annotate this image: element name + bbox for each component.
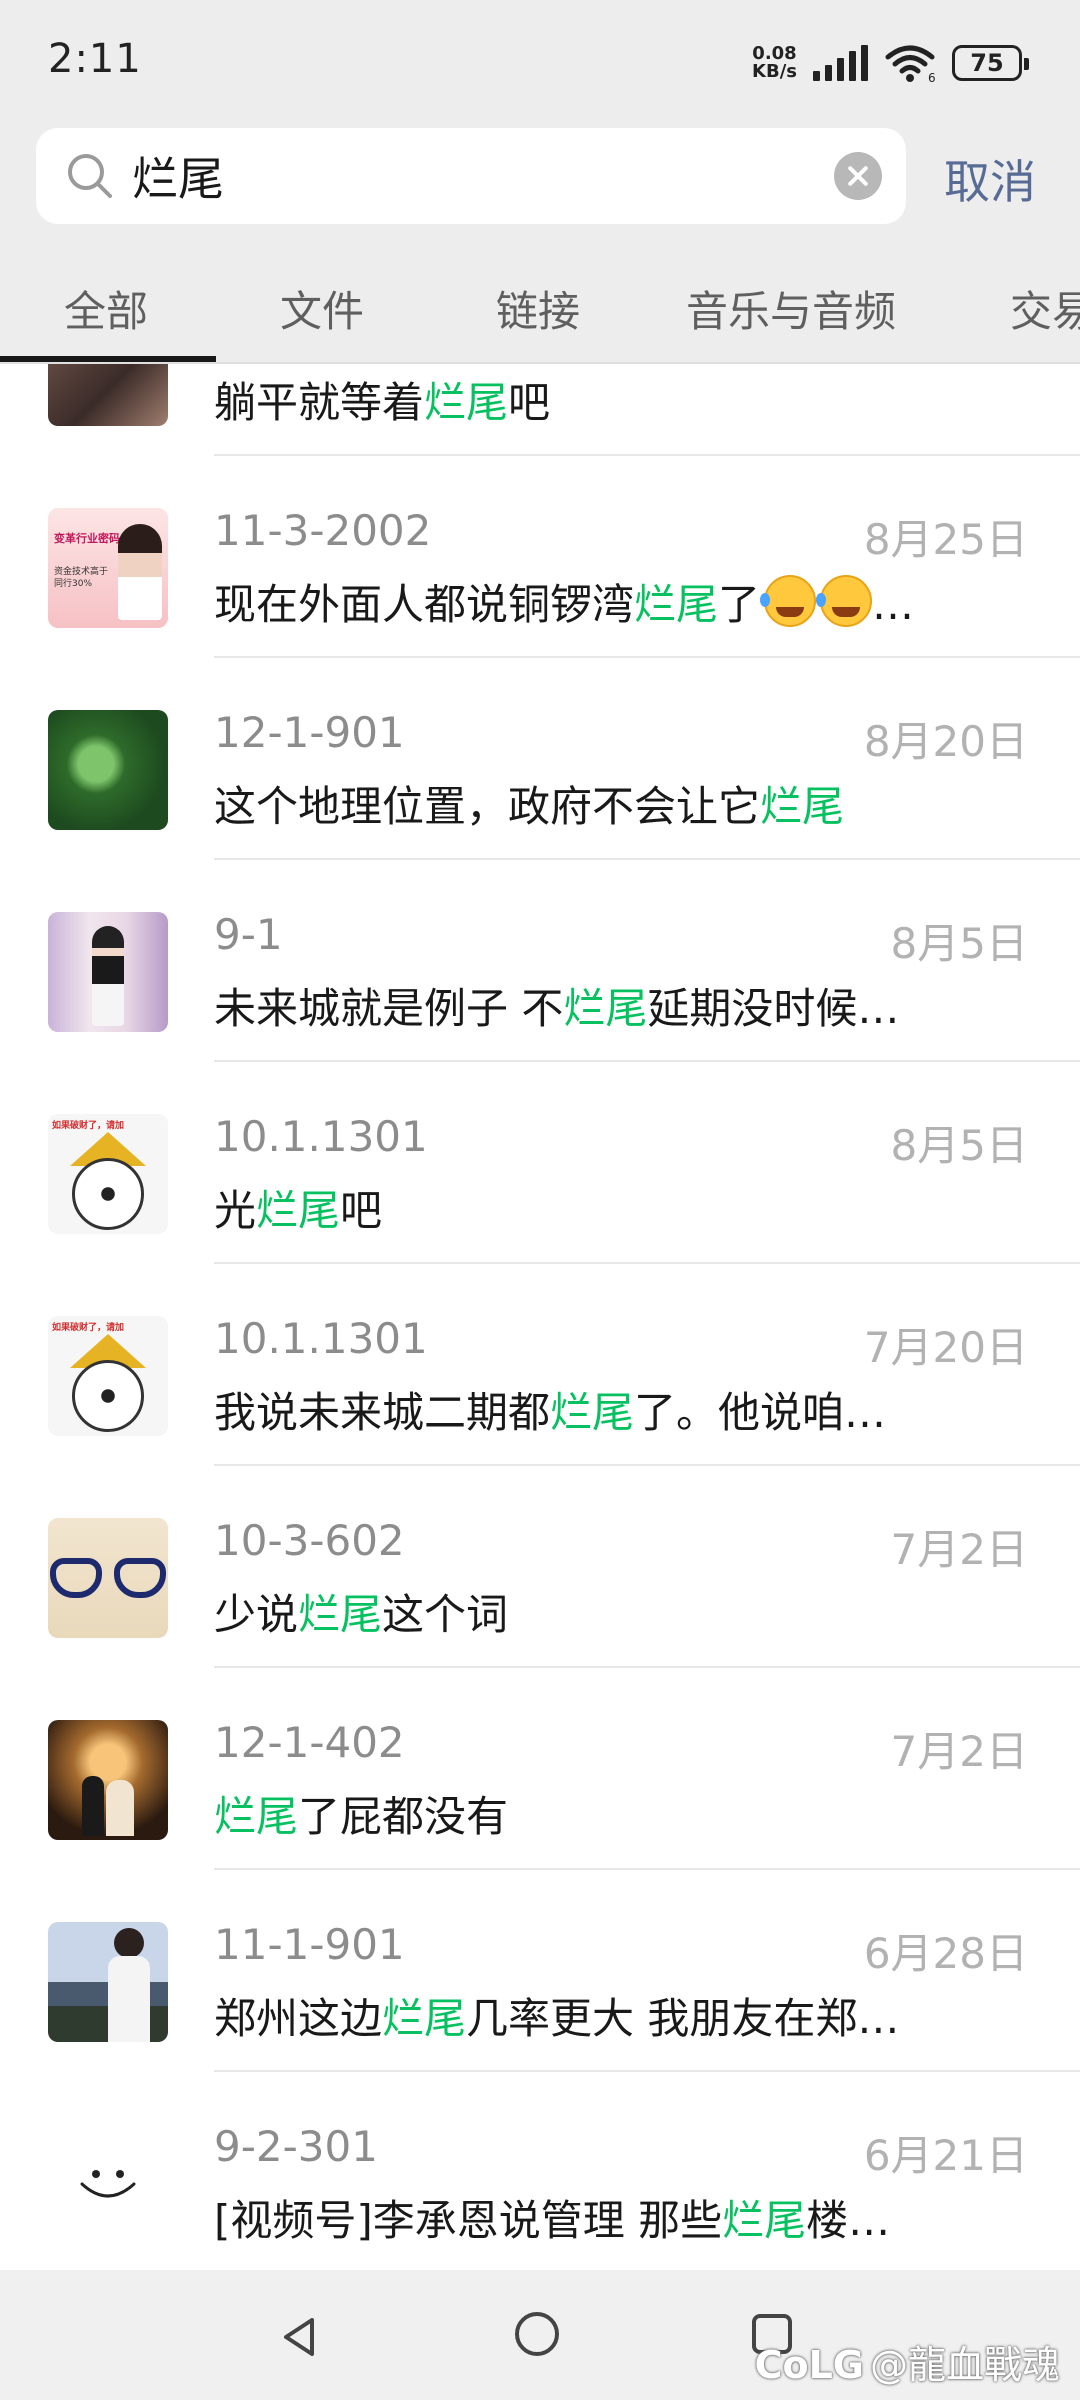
avatar (48, 912, 168, 1032)
filter-tabs: 全部 文件 链接 音乐与音频 交易 (0, 248, 1080, 366)
list-item[interactable]: 如果破财了，请加 10.1.1301 8月5日 光烂尾吧 (0, 1062, 1080, 1264)
message-date: 6月21日 (863, 2131, 1028, 2180)
message-snippet: 郑州这边烂尾几率更大 我朋友在郑… (214, 1994, 900, 2043)
status-bar: 2:11 0.08 KB/s 6 75 (0, 0, 1080, 118)
message-date: 8月20日 (863, 717, 1028, 766)
laughing-tears-emoji-icon (760, 575, 817, 627)
clear-search-icon[interactable] (834, 152, 882, 200)
list-item[interactable]: 9-1 8月5日 未来城就是例子 不烂尾延期没时候… (0, 860, 1080, 1062)
avatar (48, 1518, 168, 1638)
message-snippet: 烂尾了屁都没有 (214, 1792, 509, 1841)
tab-links[interactable]: 链接 (496, 278, 580, 339)
list-item[interactable]: 12-1-901 8月20日 这个地理位置，政府不会让它烂尾 (0, 658, 1080, 860)
contact-name: 12-1-901 (214, 708, 405, 757)
tab-music-audio[interactable]: 音乐与音频 (686, 278, 896, 339)
list-item[interactable]: 如果破财了，请加 10.1.1301 7月20日 我说未来城二期都烂尾了。他说咱… (0, 1264, 1080, 1466)
avatar (48, 1720, 168, 1840)
avatar (48, 710, 168, 830)
list-item[interactable]: 11-1-901 6月28日 郑州这边烂尾几率更大 我朋友在郑… (0, 1870, 1080, 2072)
message-snippet: 少说烂尾这个词 (214, 1590, 509, 1639)
message-snippet: 躺平就等着烂尾吧 (214, 378, 551, 427)
svg-text:6: 6 (928, 71, 936, 83)
avatar: 如果破财了，请加 (48, 1316, 168, 1436)
message-date: 8月5日 (890, 1121, 1028, 1170)
message-date: 7月20日 (863, 1323, 1028, 1372)
message-snippet: 未来城就是例子 不烂尾延期没时候… (214, 984, 900, 1033)
message-date: 8月5日 (890, 919, 1028, 968)
message-snippet: [视频号]李承恩说管理 那些烂尾楼… (214, 2196, 891, 2245)
contact-name: 11-1-901 (214, 1920, 405, 1969)
contact-name: 9-2-301 (214, 2122, 378, 2171)
list-item[interactable]: 12-1-402 7月2日 烂尾了屁都没有 (0, 1668, 1080, 1870)
network-speed: 0.08 KB/s (752, 43, 797, 82)
laughing-tears-emoji-icon (816, 575, 873, 627)
avatar: 如果破财了，请加 (48, 1114, 168, 1234)
list-item[interactable]: 10-3-602 7月2日 少说烂尾这个词 (0, 1466, 1080, 1668)
list-item[interactable]: 躺平就等着烂尾吧 (0, 364, 1080, 456)
search-icon (68, 154, 112, 198)
message-date: 6月28日 (863, 1929, 1028, 1978)
status-time: 2:11 (48, 36, 142, 82)
avatar (48, 2124, 168, 2244)
message-date: 8月25日 (863, 515, 1028, 564)
contact-name: 12-1-402 (214, 1718, 405, 1767)
contact-name: 10-3-602 (214, 1516, 405, 1565)
back-triangle-icon[interactable] (276, 2314, 322, 2360)
search-input[interactable] (132, 146, 752, 206)
cell-signal-icon (813, 45, 868, 81)
avatar (48, 1922, 168, 2042)
watermark: CoLG @龍血戰魂 (754, 2343, 1060, 2387)
search-bar[interactable] (36, 128, 906, 224)
contact-name: 10.1.1301 (214, 1112, 428, 1161)
contact-name: 11-3-2002 (214, 506, 432, 555)
search-results-list[interactable]: 躺平就等着烂尾吧 变革行业密码 资金技术高于同行30% 11-3-2002 8月… (0, 364, 1080, 2270)
smiley-icon (80, 2170, 136, 2198)
battery-icon: 75 (952, 45, 1029, 81)
wifi-icon: 6 (885, 45, 936, 83)
status-icons: 0.08 KB/s 6 75 (752, 40, 1029, 86)
list-item[interactable]: 变革行业密码 资金技术高于同行30% 11-3-2002 8月25日 现在外面人… (0, 456, 1080, 658)
message-snippet: 光烂尾吧 (214, 1186, 383, 1235)
message-date: 7月2日 (890, 1525, 1028, 1574)
home-circle-icon[interactable] (515, 2312, 559, 2356)
message-snippet: 我说未来城二期都烂尾了。他说咱… (214, 1388, 887, 1437)
tab-transactions[interactable]: 交易 (1010, 278, 1080, 339)
list-item[interactable]: 9-2-301 6月21日 [视频号]李承恩说管理 那些烂尾楼… (0, 2072, 1080, 2270)
message-snippet: 现在外面人都说铜锣湾烂尾了… (214, 571, 1044, 632)
contact-name: 9-1 (214, 910, 283, 959)
tab-all[interactable]: 全部 (64, 278, 148, 339)
message-date: 7月2日 (890, 1727, 1028, 1776)
system-navigation-bar: CoLG @龍血戰魂 (0, 2270, 1080, 2400)
message-snippet: 这个地理位置，政府不会让它烂尾 (214, 782, 845, 831)
avatar (48, 364, 168, 426)
contact-name: 10.1.1301 (214, 1314, 428, 1363)
tab-files[interactable]: 文件 (280, 278, 364, 339)
avatar: 变革行业密码 资金技术高于同行30% (48, 508, 168, 628)
cancel-button[interactable]: 取消 (944, 146, 1036, 212)
